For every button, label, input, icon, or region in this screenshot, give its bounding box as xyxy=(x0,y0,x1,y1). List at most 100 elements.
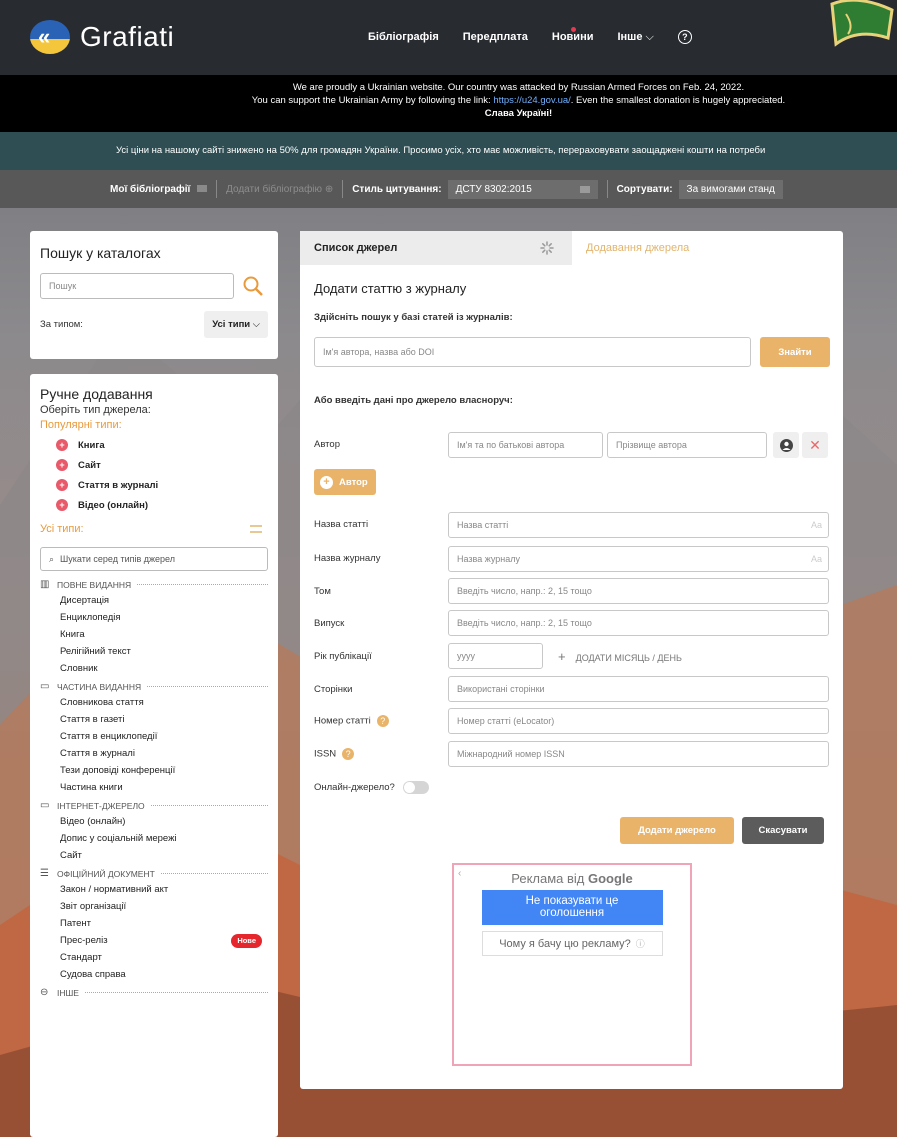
ukraine-support-banner: We are proudly a Ukrainian website. Our … xyxy=(0,75,897,132)
source-type-item[interactable]: Частина книги xyxy=(60,782,268,794)
source-type-item[interactable]: Дисертація xyxy=(60,595,268,607)
source-type-item[interactable]: Словник xyxy=(60,663,268,675)
case-toggle-icon[interactable]: Aa xyxy=(811,520,822,530)
logo-text: Grafiati xyxy=(80,21,175,52)
nav-bibliography[interactable]: Бібліографія xyxy=(368,31,439,43)
issn-label-row: ISSN? xyxy=(314,748,355,760)
author-profile-button[interactable] xyxy=(773,432,799,458)
google-ad-frame: ‹ Реклама від Google Не показувати це ог… xyxy=(452,863,692,1066)
source-type-item[interactable]: Патент xyxy=(60,918,268,930)
add-bibliography-button[interactable]: Додати бібліографію ⊕ xyxy=(226,184,333,195)
source-type-item[interactable]: Словникова стаття xyxy=(60,697,268,709)
online-source-toggle[interactable] xyxy=(402,781,429,794)
source-type-item[interactable]: Допис у соціальній мережі xyxy=(60,833,268,845)
pages-input[interactable]: Використані сторінки xyxy=(448,676,829,702)
back-arrow-icon[interactable]: ‹ xyxy=(458,868,461,879)
article-number-input[interactable]: Номер статті (eLocator) xyxy=(448,708,829,734)
source-type-label: Сайт xyxy=(60,850,82,861)
banner-line-3: Слава Україні! xyxy=(484,108,553,119)
category-header[interactable]: ⊖ Інше xyxy=(40,987,268,998)
top-navigation-bar: « Grafiati Бібліографія Передплата Новин… xyxy=(0,0,897,75)
source-type-label: Стаття в журналі xyxy=(60,748,135,759)
author-last-placeholder: Прізвище автора xyxy=(616,440,687,450)
citation-style-select[interactable]: ДСТУ 8302:2015 xyxy=(447,179,598,199)
source-type-item[interactable]: Прес-реліз Нове xyxy=(60,934,268,948)
source-type-item[interactable]: Судова справа xyxy=(60,969,268,981)
my-bibliographies-button[interactable]: Мої бібліографії xyxy=(110,184,208,195)
toggle-knob xyxy=(403,782,415,793)
add-source-button[interactable]: Додати джерело xyxy=(620,817,734,844)
list-icon xyxy=(197,184,208,192)
source-type-item[interactable]: Книга xyxy=(60,629,268,641)
source-type-item[interactable]: Звіт організації xyxy=(60,901,268,913)
issue-input[interactable]: Введіть число, напр.: 2, 15 тощо xyxy=(448,610,829,636)
user-icon xyxy=(779,438,793,452)
source-type-item[interactable]: Стандарт xyxy=(60,952,268,964)
nav-more[interactable]: Інше ⌵ xyxy=(617,31,653,44)
source-type-item[interactable]: Стаття в газеті xyxy=(60,714,268,726)
help-icon[interactable]: ? xyxy=(677,30,692,44)
source-type-item[interactable]: Стаття в журналі xyxy=(60,748,268,760)
search-icon[interactable] xyxy=(242,275,264,297)
category-header[interactable]: ▭ Інтернет-джерело xyxy=(40,800,268,811)
category-header[interactable]: ▥ Повне видання xyxy=(40,579,268,590)
popular-type-website[interactable]: + Сайт xyxy=(56,459,268,471)
nav-news[interactable]: Новини xyxy=(552,27,593,43)
popular-type-book[interactable]: + Книга xyxy=(56,439,268,451)
search-icon: ⌕ xyxy=(49,553,55,564)
source-type-item[interactable]: Відео (онлайн) xyxy=(60,816,268,828)
source-type-item[interactable]: Закон / нормативний акт xyxy=(60,884,268,896)
source-type-item[interactable]: Стаття в енциклопедії xyxy=(60,731,268,743)
u24-link[interactable]: https://u24.gov.ua/ xyxy=(493,95,570,106)
source-type-item[interactable]: Енциклопедія xyxy=(60,612,268,624)
help-icon[interactable]: ? xyxy=(376,715,389,727)
author-last-name-input[interactable]: Прізвище автора xyxy=(607,432,767,458)
grafiati-logo[interactable]: « Grafiati xyxy=(30,20,174,54)
category-header[interactable]: ☰ Офіційний документ xyxy=(40,868,268,879)
journal-search-input[interactable]: Ім'я автора, назва або DOI xyxy=(314,337,751,367)
year-placeholder: уууу xyxy=(457,651,475,661)
category-header[interactable]: ▭ Частина видання xyxy=(40,681,268,692)
category-icon: ⊖ xyxy=(40,987,49,998)
catalog-search-input[interactable]: Пошук xyxy=(40,273,234,299)
plus-icon: + xyxy=(56,499,68,511)
add-author-button[interactable]: + Автор xyxy=(314,469,376,495)
author-first-name-input[interactable]: Ім'я та по батькові автора xyxy=(448,432,603,458)
source-type-label: Допис у соціальній мережі xyxy=(60,833,177,844)
year-input[interactable]: уууу xyxy=(448,643,543,669)
add-date-button[interactable]: + ДОДАТИ МІСЯЦЬ / ДЕНЬ xyxy=(558,649,682,664)
list-icon[interactable] xyxy=(250,525,262,533)
nav-subscription[interactable]: Передплата xyxy=(463,31,528,43)
type-search-input[interactable]: ⌕ Шукати серед типів джерел xyxy=(40,547,268,571)
source-type-label: Закон / нормативний акт xyxy=(60,884,169,895)
help-icon[interactable]: ? xyxy=(342,748,355,760)
source-type-item[interactable]: Сайт xyxy=(60,850,268,862)
category-label: Інтернет-джерело xyxy=(57,800,145,811)
ad-title-brand: Google xyxy=(587,871,633,886)
tab-add-source[interactable]: Додавання джерела xyxy=(572,231,843,265)
tab-source-list[interactable]: Список джерел xyxy=(300,231,572,265)
volume-input[interactable]: Введіть число, напр.: 2, 15 тощо xyxy=(448,578,829,604)
journal-title-input[interactable]: Назва журналу Aa xyxy=(448,546,829,572)
find-button[interactable]: Знайти xyxy=(760,337,830,367)
manual-add-panel: Ручне додавання Оберіть тип джерела: Поп… xyxy=(30,374,278,1137)
category-divider xyxy=(150,805,268,806)
cancel-button[interactable]: Скасувати xyxy=(742,817,824,844)
author-first-placeholder: Ім'я та по батькові автора xyxy=(457,440,565,450)
volume-label: Том xyxy=(314,586,331,597)
sort-select[interactable]: За вимогами станд xyxy=(678,179,783,199)
category-icon: ▭ xyxy=(40,800,50,811)
popular-type-journal-article[interactable]: + Стаття в журналі xyxy=(56,479,268,491)
category-divider xyxy=(147,686,268,687)
source-type-item[interactable]: Тези доповіді конференції xyxy=(60,765,268,777)
type-filter-select[interactable]: Усі типи ⌵ xyxy=(204,311,268,338)
popular-type-video[interactable]: + Відео (онлайн) xyxy=(56,499,268,511)
close-icon: ✕ xyxy=(809,436,821,453)
article-title-input[interactable]: Назва статті Aa xyxy=(448,512,829,538)
hide-ad-button[interactable]: Не показувати це оголошення xyxy=(481,890,663,925)
case-toggle-icon[interactable]: Aa xyxy=(811,554,822,564)
remove-author-button[interactable]: ✕ xyxy=(802,432,828,458)
why-this-ad-button[interactable]: Чому я бачу цю рекламу? ⓘ xyxy=(481,931,663,956)
source-type-item[interactable]: Релігійний текст xyxy=(60,646,268,658)
issn-input[interactable]: Міжнародний номер ISSN xyxy=(448,741,829,767)
